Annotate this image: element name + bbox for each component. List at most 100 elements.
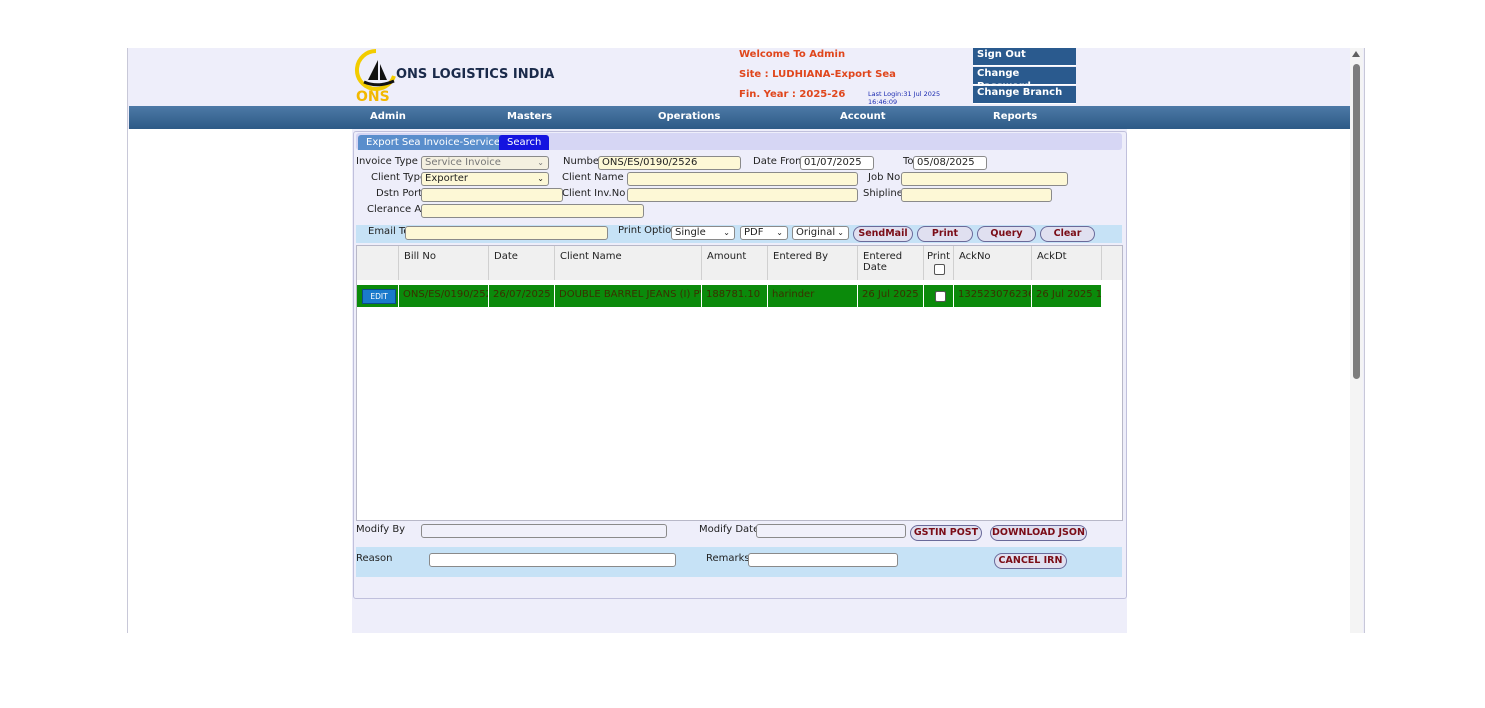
print-mode-value: Single <box>675 227 706 238</box>
col-print: Print <box>924 246 954 280</box>
col-ack-dt: AckDt <box>1032 246 1102 280</box>
client-type-label: Client Type <box>371 172 427 183</box>
nav-operations[interactable]: Operations <box>658 111 720 122</box>
client-name-cell: DOUBLE BARREL JEANS (I) PVT LTD <box>555 285 702 307</box>
col-bill-no: Bill No <box>399 246 489 280</box>
cancel-irn-button[interactable]: CANCEL IRN <box>994 553 1067 569</box>
invoice-type-value: Service Invoice <box>425 157 501 168</box>
email-field[interactable] <box>405 226 608 240</box>
gstin-post-button[interactable]: GSTIN POST <box>910 525 982 541</box>
scroll-up-arrow-icon[interactable] <box>1352 51 1360 57</box>
right-margin <box>1127 129 1350 633</box>
download-json-button[interactable]: DOWNLOAD JSON <box>990 525 1087 541</box>
print-mode-select[interactable]: Single ⌄ <box>671 226 735 240</box>
reason-field[interactable] <box>429 553 676 567</box>
date-from-field[interactable]: 01/07/2025 <box>800 156 874 170</box>
date-to-field[interactable]: 05/08/2025 <box>913 156 987 170</box>
nav-account[interactable]: Account <box>840 111 885 122</box>
company-logo: ONS <box>354 48 399 105</box>
modify-date-field[interactable] <box>756 524 906 538</box>
dstn-port-field[interactable] <box>421 188 563 202</box>
client-name-field[interactable] <box>627 172 858 186</box>
query-button[interactable]: Query <box>977 226 1036 242</box>
shipline-label: Shipline <box>863 188 903 199</box>
dstn-port-label: Dstn Port <box>376 188 423 199</box>
col-ack-no: AckNo <box>954 246 1032 280</box>
entered-date-cell: 26 Jul 2025 11: <box>858 285 924 307</box>
change-branch-link[interactable]: Change Branch <box>973 86 1076 104</box>
col-amount: Amount <box>702 246 768 280</box>
shipline-field[interactable] <box>901 188 1052 202</box>
reason-label: Reason <box>356 553 393 564</box>
date-to-label: To <box>903 156 914 167</box>
remarks-field[interactable] <box>748 553 898 567</box>
results-grid: Bill No Date Client Name Amount Entered … <box>356 245 1123 521</box>
chevron-down-icon: ⌄ <box>537 174 544 183</box>
last-login: Last Login:31 Jul 2025 16:46:09 <box>868 90 940 106</box>
col-client-name: Client Name <box>555 246 702 280</box>
copy-value: Original <box>796 227 836 238</box>
vertical-scrollbar[interactable] <box>1350 48 1363 633</box>
table-row[interactable]: EDIT ONS/ES/0190/2526 26/07/2025 DOUBLE … <box>357 285 1102 307</box>
edit-button[interactable]: EDIT <box>362 289 396 304</box>
fin-year-text: Fin. Year : 2025-26 <box>739 89 846 100</box>
action-bar: Email To Print Option Single ⌄ PDF ⌄ Ori… <box>356 225 1122 243</box>
chevron-down-icon: ⌄ <box>776 228 783 237</box>
clearance-field[interactable] <box>421 204 644 218</box>
last-login-date: Last Login:31 Jul 2025 <box>868 90 941 98</box>
format-select[interactable]: PDF ⌄ <box>740 226 788 240</box>
client-type-select[interactable]: Exporter ⌄ <box>421 172 549 186</box>
site-text: Site : LUDHIANA-Export Sea <box>739 69 896 80</box>
row-print-checkbox[interactable] <box>935 291 946 302</box>
welcome-text: Welcome To Admin <box>739 49 846 60</box>
clear-button[interactable]: Clear <box>1040 226 1095 242</box>
col-date: Date <box>489 246 555 280</box>
chevron-down-icon: ⌄ <box>723 228 730 237</box>
chevron-down-icon: ⌄ <box>837 228 844 237</box>
nav-reports[interactable]: Reports <box>993 111 1037 122</box>
tab-bar: Export Sea Invoice-Service Search <box>356 133 1122 150</box>
send-mail-button[interactable]: SendMail <box>853 226 913 242</box>
brand-name: ONS LOGISTICS INDIA <box>396 67 555 82</box>
format-value: PDF <box>744 227 764 238</box>
modify-date-label: Modify Date <box>699 524 760 535</box>
modify-by-field[interactable] <box>421 524 667 538</box>
print-button[interactable]: Print <box>917 226 973 242</box>
chevron-down-icon: ⌄ <box>537 158 544 167</box>
print-cell <box>924 285 954 307</box>
col-entered-by: Entered By <box>768 246 858 280</box>
scroll-thumb[interactable] <box>1353 64 1360 379</box>
main-nav: Admin Masters Operations Account Reports <box>129 106 1350 129</box>
nav-masters[interactable]: Masters <box>507 111 552 122</box>
app-frame: ONS ONS LOGISTICS INDIA Welcome To Admin… <box>127 48 1365 633</box>
number-field[interactable]: ONS/ES/0190/2526 <box>598 156 741 170</box>
reason-bar: Reason Remarks CANCEL IRN <box>356 547 1122 577</box>
job-no-label: Job No <box>868 172 901 183</box>
job-no-field[interactable] <box>901 172 1068 186</box>
tab-export-sea-invoice[interactable]: Export Sea Invoice-Service <box>358 135 509 150</box>
copy-select[interactable]: Original ⌄ <box>792 226 849 240</box>
edit-cell: EDIT <box>357 285 399 307</box>
bottom-strip <box>353 599 1127 633</box>
invoice-type-label: Invoice Type <box>356 156 418 167</box>
change-password-link[interactable]: Change Password <box>973 67 1076 92</box>
email-label: Email To <box>368 226 410 237</box>
nav-admin[interactable]: Admin <box>370 111 406 122</box>
client-inv-label: Client Inv.No <box>562 188 626 199</box>
clearance-label: Clerance At <box>367 204 425 215</box>
invoice-type-select[interactable]: Service Invoice ⌄ <box>421 156 549 170</box>
modify-by-label: Modify By <box>356 524 406 535</box>
client-inv-field[interactable] <box>627 188 858 202</box>
sign-out-link[interactable]: Sign Out <box>973 48 1076 66</box>
amount-cell: 188781.10 <box>702 285 768 307</box>
svg-text:ONS: ONS <box>356 89 390 103</box>
date-from-label: Date From <box>753 156 805 167</box>
bill-no-cell: ONS/ES/0190/2526 <box>399 285 489 307</box>
col-print-label: Print <box>927 251 951 262</box>
select-all-print-checkbox[interactable] <box>934 264 945 275</box>
entered-by-cell: harinder <box>768 285 858 307</box>
client-name-label: Client Name <box>562 172 624 183</box>
last-login-time: 16:46:09 <box>868 98 898 106</box>
col-entered-date: Entered Date <box>858 246 924 280</box>
tab-search[interactable]: Search <box>499 135 550 150</box>
